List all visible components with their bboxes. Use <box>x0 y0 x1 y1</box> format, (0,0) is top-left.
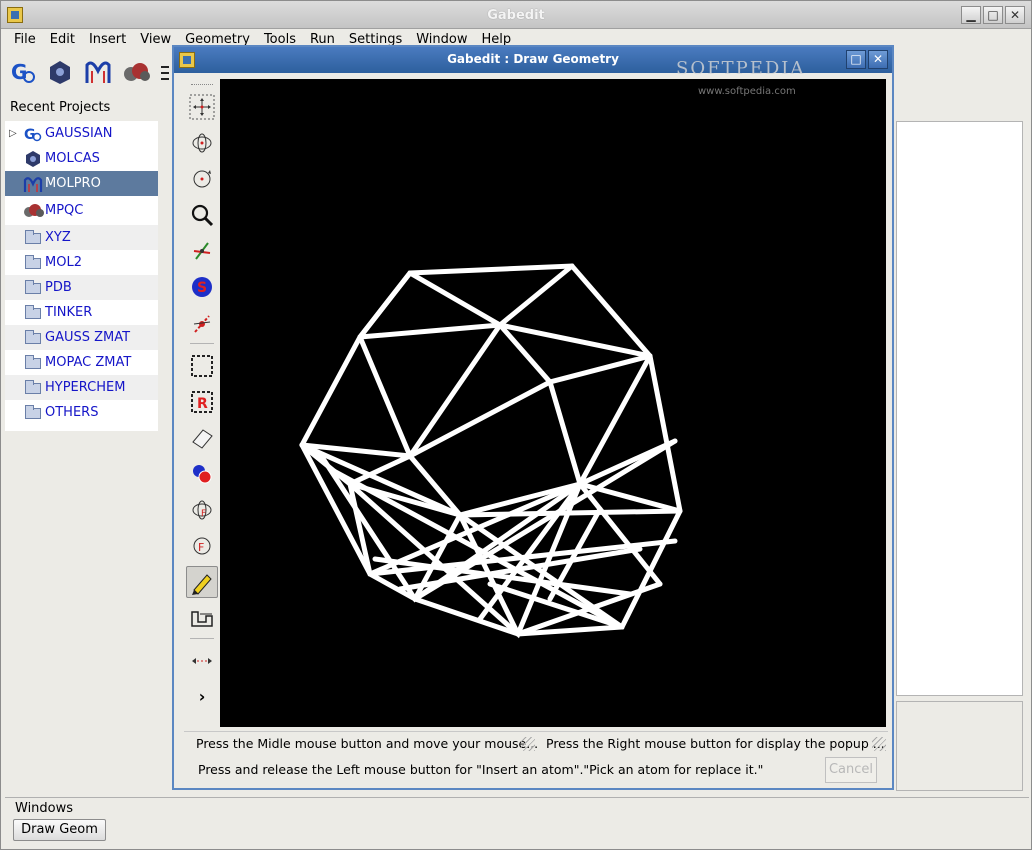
tree-item-label: OTHERS <box>45 405 99 420</box>
folder-icon <box>25 304 41 319</box>
tree-item-label: MOLPRO <box>45 176 101 191</box>
tree-item-label: PDB <box>45 280 72 295</box>
tree-item-pdb[interactable]: PDB <box>5 275 158 300</box>
maximize-button[interactable]: □ <box>983 6 1003 24</box>
dialog-close-button[interactable]: ✕ <box>868 50 888 69</box>
menu-file[interactable]: File <box>7 31 43 53</box>
windows-label: Windows <box>15 801 74 816</box>
recent-projects-label: Recent Projects <box>10 100 111 115</box>
close-button[interactable]: ✕ <box>1005 6 1025 24</box>
status-message-left: Press and release the Left mouse button … <box>198 762 764 777</box>
menu-edit[interactable]: Edit <box>43 31 82 53</box>
tree-item-label: MOL2 <box>45 255 82 270</box>
cancel-button[interactable]: Cancel <box>825 757 877 783</box>
bond-icon[interactable] <box>186 235 218 267</box>
atoms-icon[interactable] <box>186 458 218 490</box>
tree-item-label: MPQC <box>45 203 84 218</box>
frag-rotate-icon[interactable]: F <box>186 494 218 526</box>
folder-icon <box>25 379 41 394</box>
status-bar-top: Press the Midle mouse button and move yo… <box>184 731 888 755</box>
select-box-icon[interactable] <box>186 350 218 382</box>
molpro-icon[interactable] <box>83 57 113 87</box>
s-icon[interactable]: S <box>186 271 218 303</box>
output-pane <box>896 701 1023 791</box>
gaussian-icon[interactable]: G <box>7 57 37 87</box>
svg-text:F: F <box>198 541 204 554</box>
resize-grip-icon[interactable] <box>521 737 535 751</box>
tree-item-mopac-zmat[interactable]: MOPAC ZMAT <box>5 350 158 375</box>
tree-item-others[interactable]: OTHERS <box>5 400 158 425</box>
tree-item-gaussian[interactable]: ▷ G GAUSSIAN <box>5 121 158 146</box>
eraser-icon[interactable] <box>186 422 218 454</box>
softpedia-url: www.softpedia.com <box>698 86 796 97</box>
tree-item-label: MOPAC ZMAT <box>45 355 132 370</box>
geometry-canvas[interactable] <box>220 79 886 727</box>
tree-item-gauss-zmat[interactable]: GAUSS ZMAT <box>5 325 158 350</box>
tree-item-label: GAUSSIAN <box>45 126 113 141</box>
molcas-icon <box>23 150 43 168</box>
tree-item-tinker[interactable]: TINKER <box>5 300 158 325</box>
more-tools-icon[interactable]: › <box>186 681 218 713</box>
select-residue-icon[interactable]: R <box>186 386 218 418</box>
folder-icon <box>25 329 41 344</box>
status-message-middle: Press the Midle mouse button and move yo… <box>196 736 539 751</box>
tree-item-xyz[interactable]: XYZ <box>5 225 158 250</box>
toolbar-grip[interactable] <box>186 81 218 87</box>
menu-insert[interactable]: Insert <box>82 31 133 53</box>
tree-item-molcas[interactable]: MOLCAS <box>5 146 158 171</box>
folder-icon <box>25 229 41 244</box>
svg-text:R: R <box>197 396 208 412</box>
tree-item-label: XYZ <box>45 230 71 245</box>
measure-icon[interactable] <box>186 307 218 339</box>
expand-arrow-icon[interactable]: ▷ <box>9 128 23 139</box>
status-bar-bottom: Press and release the Left mouse button … <box>184 757 888 785</box>
divider <box>5 797 1029 798</box>
folder-icon <box>25 354 41 369</box>
gaussian-icon: G <box>23 125 43 143</box>
frag-icon[interactable]: F <box>186 530 218 562</box>
softpedia-watermark: SOFTPEDIA <box>676 58 806 79</box>
tree-item-label: HYPERCHEM <box>45 380 126 395</box>
mpqc-icon <box>23 202 44 220</box>
pencil-icon[interactable] <box>186 566 218 598</box>
main-toolbar: G <box>7 57 189 91</box>
toolbar-separator <box>190 638 214 639</box>
minimize-button[interactable]: ▁ <box>961 6 981 24</box>
tree-item-label: MOLCAS <box>45 151 100 166</box>
translate-icon[interactable] <box>186 91 218 123</box>
rotate-icon[interactable] <box>186 127 218 159</box>
add-fragment-icon[interactable] <box>186 602 218 634</box>
tree-item-mpqc[interactable]: MPQC <box>5 196 158 225</box>
zoom-icon[interactable] <box>186 199 218 231</box>
main-titlebar[interactable]: Gabedit ▁ □ ✕ <box>1 1 1031 29</box>
mpqc-icon[interactable] <box>121 57 151 87</box>
molcas-icon[interactable] <box>45 57 75 87</box>
folder-icon <box>25 404 41 419</box>
status-message-right: Press the Right mouse button for display… <box>546 736 885 751</box>
rotate-z-icon[interactable] <box>186 163 218 195</box>
molecule-wireframe <box>299 263 683 639</box>
draw-geometry-dialog: Gabedit : Draw Geometry □ ✕ S R F F › Pr… <box>172 45 894 790</box>
folder-icon <box>25 254 41 269</box>
molpro-icon <box>23 175 43 193</box>
tree-item-label: GAUSS ZMAT <box>45 330 131 345</box>
svg-text:S: S <box>197 280 207 296</box>
draw-geom-window-button[interactable]: Draw Geom <box>13 819 106 841</box>
resize-grip-icon[interactable] <box>872 737 886 751</box>
window-title: Gabedit <box>487 8 545 23</box>
editor-text-area[interactable] <box>896 121 1023 696</box>
toolbar-separator <box>190 343 214 344</box>
svg-text:F: F <box>201 509 206 519</box>
tree-item-label: TINKER <box>45 305 93 320</box>
tree-item-molpro[interactable]: MOLPRO <box>5 171 158 196</box>
distance-icon[interactable] <box>186 645 218 677</box>
tree-item-hyperchem[interactable]: HYPERCHEM <box>5 375 158 400</box>
geometry-toolbar: S R F F › <box>184 81 220 727</box>
recent-projects-tree: ▷ G GAUSSIAN MOLCAS MOLPRO MPQC XYZ MOL2 <box>5 121 158 431</box>
folder-icon <box>25 279 41 294</box>
dialog-maximize-button[interactable]: □ <box>846 50 866 69</box>
tree-item-mol2[interactable]: MOL2 <box>5 250 158 275</box>
